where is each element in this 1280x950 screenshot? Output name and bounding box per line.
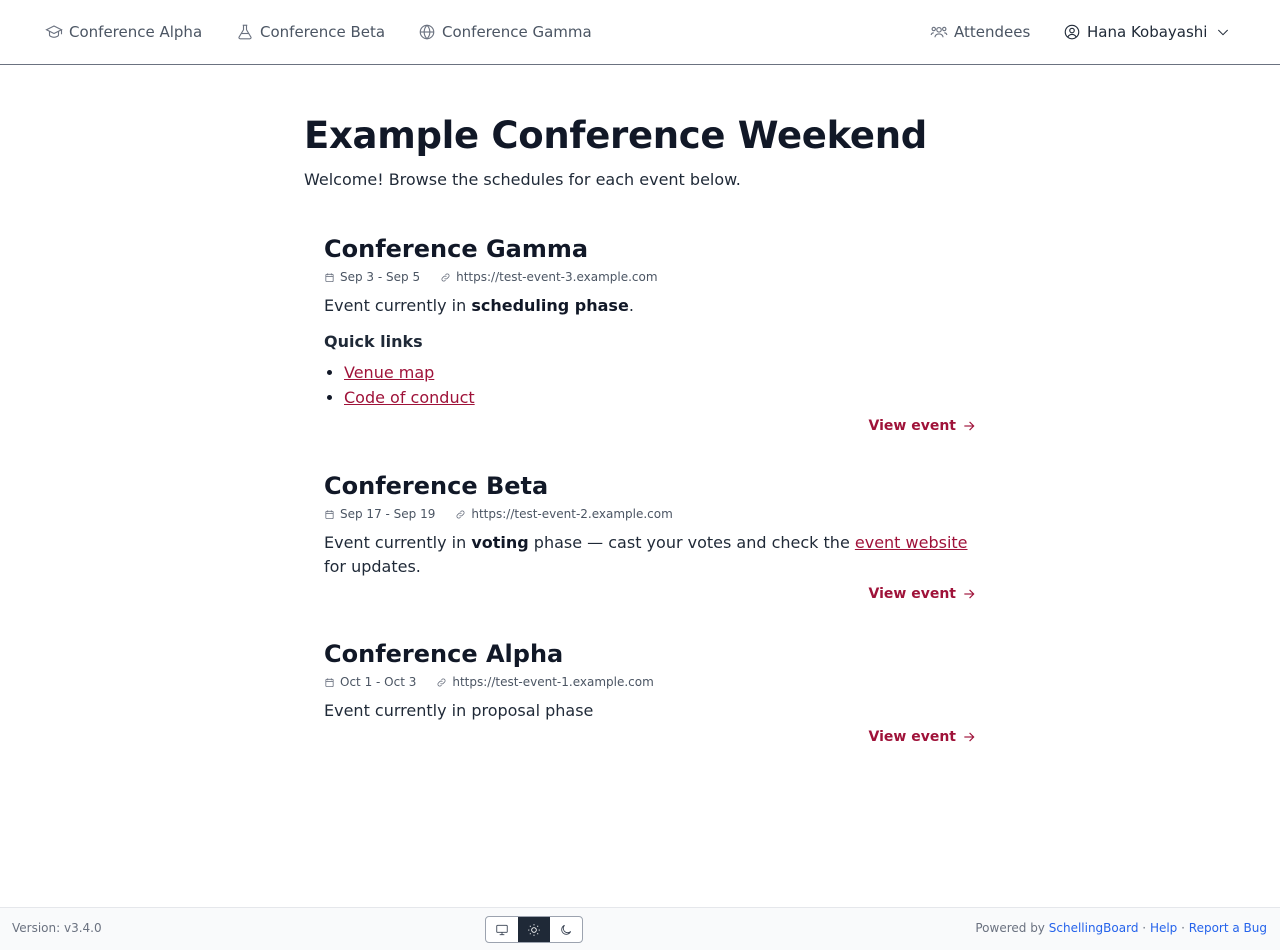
- event-url-text: https://test-event-1.example.com: [452, 675, 654, 689]
- view-event-button[interactable]: View event: [869, 586, 976, 602]
- desc-phase: scheduling phase: [471, 296, 629, 315]
- flask-icon: [238, 24, 252, 40]
- event-description: Event currently in scheduling phase.: [324, 294, 976, 318]
- desc-text: .: [628, 296, 634, 315]
- page-title: Example Conference Weekend: [304, 114, 927, 157]
- event-card-alpha: Conference Alpha Oct 1 - Oct 3 https://t…: [324, 638, 976, 753]
- main-content: Example Conference Weekend Welcome! Brow…: [304, 110, 984, 192]
- event-dates-text: Oct 1 - Oct 3: [340, 675, 417, 689]
- event-description: Event currently in proposal phase: [324, 701, 594, 720]
- calendar-icon: [325, 272, 334, 282]
- version-text: Version: v3.4.0: [12, 921, 102, 935]
- arrow-right-icon: [964, 732, 975, 742]
- brand-link[interactable]: SchellingBoard: [1049, 921, 1139, 935]
- event-title: Conference Gamma: [324, 235, 589, 263]
- event-meta: Sep 17 - Sep 19 https://test-event-2.exa…: [324, 505, 976, 523]
- separator: ·: [1181, 921, 1185, 935]
- user-circle-icon: [1064, 24, 1080, 40]
- moon-icon: [561, 924, 572, 935]
- chevron-down-icon: [1218, 29, 1229, 36]
- nav-item-conference-alpha[interactable]: Conference Alpha: [45, 20, 202, 44]
- desc-text: Event currently in: [324, 296, 472, 315]
- nav-item-conference-beta[interactable]: Conference Beta: [236, 20, 385, 44]
- desc-phase: voting: [471, 533, 529, 552]
- list-item: Code of conduct: [344, 385, 976, 410]
- view-event-label: View event: [868, 729, 956, 745]
- quick-links-list: Venue map Code of conduct: [324, 360, 976, 410]
- nav-item-label: Conference Gamma: [442, 23, 592, 41]
- help-link[interactable]: Help: [1150, 921, 1177, 935]
- users-icon: [930, 26, 948, 38]
- theme-switcher: [485, 916, 583, 943]
- event-meta: Sep 3 - Sep 5 https://test-event-3.examp…: [324, 268, 976, 286]
- event-description: Event currently in voting phase — cast y…: [324, 531, 976, 579]
- nav-item-label: Conference Alpha: [69, 23, 203, 41]
- nav-item-conference-gamma[interactable]: Conference Gamma: [418, 20, 592, 44]
- event-card-gamma: Conference Gamma Sep 3 - Sep 5 https://t…: [324, 233, 976, 443]
- calendar-icon: [325, 677, 334, 687]
- event-url-text: https://test-event-2.example.com: [471, 507, 673, 521]
- view-event-button[interactable]: View event: [869, 729, 976, 745]
- event-dates-text: Sep 3 - Sep 5: [340, 270, 421, 284]
- theme-system-button[interactable]: [486, 917, 518, 942]
- link-icon: [441, 273, 450, 281]
- event-title: Conference Beta: [324, 472, 549, 500]
- desc-text: Event currently in: [324, 533, 472, 552]
- arrow-right-icon: [964, 421, 975, 431]
- theme-dark-button[interactable]: [550, 917, 582, 942]
- separator: ·: [1142, 921, 1147, 935]
- desc-text: for updates.: [324, 557, 421, 576]
- graduation-cap-icon: [45, 25, 63, 38]
- event-url[interactable]: https://test-event-1.example.com: [436, 675, 654, 689]
- theme-light-button[interactable]: [518, 917, 550, 942]
- desc-text: phase — cast your votes and check the: [528, 533, 855, 552]
- sun-icon: [528, 923, 540, 936]
- footer: Version: v3.4.0 Powered by SchellingBoar…: [0, 907, 1280, 950]
- view-event-label: View event: [868, 418, 956, 434]
- event-dates: Sep 3 - Sep 5: [324, 270, 420, 284]
- event-website-link[interactable]: event website: [855, 533, 968, 552]
- event-url[interactable]: https://test-event-2.example.com: [455, 507, 673, 521]
- event-card-beta: Conference Beta Sep 17 - Sep 19 https://…: [324, 470, 976, 610]
- event-dates: Sep 17 - Sep 19: [324, 507, 435, 521]
- user-name: Hana Kobayashi: [1087, 23, 1208, 41]
- top-navbar: Conference Alpha Conference Beta Confere…: [0, 0, 1280, 65]
- arrow-right-icon: [964, 589, 975, 599]
- list-item: Venue map: [344, 360, 976, 385]
- page-subtitle: Welcome! Browse the schedules for each e…: [304, 170, 741, 189]
- event-dates-text: Sep 17 - Sep 19: [340, 507, 436, 521]
- event-url[interactable]: https://test-event-3.example.com: [440, 270, 658, 284]
- event-url-text: https://test-event-3.example.com: [456, 270, 658, 284]
- nav-item-label: Conference Beta: [260, 23, 386, 41]
- monitor-icon: [496, 924, 508, 935]
- report-bug-link[interactable]: Report a Bug: [1189, 921, 1267, 935]
- code-of-conduct-link[interactable]: Code of conduct: [344, 388, 475, 407]
- footer-links: Powered by SchellingBoard · Help · Repor…: [975, 921, 1267, 935]
- event-meta: Oct 1 - Oct 3 https://test-event-1.examp…: [324, 673, 976, 691]
- link-icon: [437, 678, 446, 686]
- event-title: Conference Alpha: [324, 640, 564, 668]
- quick-links-title: Quick links: [324, 332, 423, 351]
- attendees-label: Attendees: [954, 23, 1031, 41]
- globe-icon: [419, 24, 435, 40]
- nav-attendees[interactable]: Attendees: [930, 20, 1030, 44]
- powered-by-text: Powered by: [975, 921, 1045, 935]
- calendar-icon: [325, 509, 334, 519]
- venue-map-link[interactable]: Venue map: [344, 363, 434, 382]
- view-event-button[interactable]: View event: [869, 418, 976, 434]
- user-menu[interactable]: Hana Kobayashi: [1063, 20, 1231, 44]
- event-dates: Oct 1 - Oct 3: [324, 675, 416, 689]
- view-event-label: View event: [868, 586, 956, 602]
- link-icon: [456, 510, 465, 518]
